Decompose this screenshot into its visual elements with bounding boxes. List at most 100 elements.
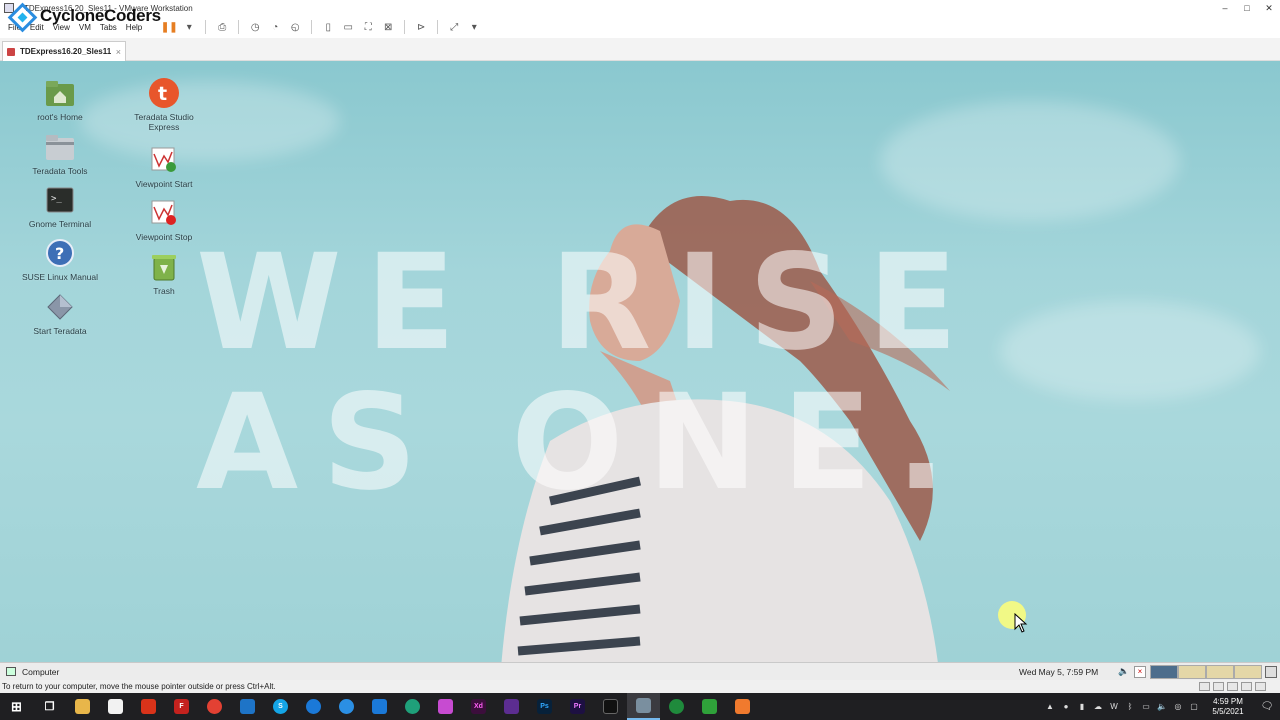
vmware-title-bar: TDExpress16.20_Sles11 - VMware Workstati… [0,0,1280,16]
xbox-icon [702,699,717,714]
vmware-icon [636,698,651,713]
minimize-button[interactable]: – [1214,0,1236,16]
icon-label: SUSE Linux Manual [21,272,99,282]
taskbar-app-purple[interactable] [429,693,462,720]
message-log-icon[interactable] [1255,682,1266,691]
pause-icon[interactable]: ❚❚ [161,19,178,35]
cyclonecoders-watermark: CycloneCoders [8,4,161,28]
toolbar-separator [311,20,313,34]
network-adapter-icon[interactable] [1227,682,1238,691]
taskbar-app-orange[interactable] [726,693,759,720]
show-desktop-button[interactable] [1265,665,1277,678]
desktop-icon-roots-home[interactable]: root's Home [21,77,99,122]
workspace-2[interactable] [1178,664,1206,679]
close-button[interactable]: ✕ [1258,0,1280,16]
taskbar-app-green[interactable] [660,693,693,720]
taskbar-store[interactable] [99,693,132,720]
workspace-4[interactable] [1234,664,1262,679]
office-icon [141,699,156,714]
guest-clock[interactable]: Wed May 5, 7:59 PM [1019,667,1098,677]
network-status-icon[interactable]: × [1134,665,1146,678]
full-screen-icon[interactable]: ⛶ [360,19,376,35]
tab-tdexpress[interactable]: TDExpress16.20_Sles11 × [2,41,126,61]
tab-label: TDExpress16.20_Sles11 [20,47,112,56]
tray-usb-icon[interactable]: ▮ [1074,693,1090,720]
windows-taskbar: ⊞ ❐ F S Xd Ps Pr ▲ ● ▮ ☁ W ᛒ ▭ 🔈 ◎ ▢ 4:5… [0,693,1280,720]
desktop-icon-start-teradata[interactable]: Start Teradata [21,291,99,336]
help-icon: ? [44,237,76,269]
volume-icon[interactable]: 🔈 [1118,666,1129,677]
tray-display-icon[interactable]: ▢ [1186,693,1202,720]
tray-battery-icon[interactable]: ▭ [1138,693,1154,720]
workspace-3[interactable] [1206,664,1234,679]
taskbar-adobe-xd[interactable]: Xd [462,693,495,720]
unity-icon[interactable]: ⊠ [380,19,396,35]
revert-snapshot-icon[interactable]: ◔ [267,19,283,35]
terminal-icon: >_ [44,184,76,216]
close-tab-icon[interactable]: × [116,47,121,57]
home-folder-icon [44,77,76,109]
photoshop-icon: Ps [537,699,552,714]
show-library-icon[interactable]: ▯ [320,19,336,35]
taskbar-filezilla[interactable]: F [165,693,198,720]
notification-center-icon[interactable]: 🗨 [1254,693,1280,720]
desktop-icon-viewpoint-stop[interactable]: Viewpoint Stop [125,197,203,242]
desktop-icon-trash[interactable]: Trash [125,251,203,296]
dropdown-arrow-icon[interactable]: ▾ [181,19,197,35]
desktop-icon-teradata-tools[interactable]: Teradata Tools [21,131,99,176]
taskbar-terminal[interactable] [594,693,627,720]
snapshot-manager-icon[interactable]: ◵ [287,19,303,35]
taskbar-visual-studio[interactable] [495,693,528,720]
workspace-1[interactable] [1150,664,1178,679]
tray-bluetooth-icon[interactable]: ᛒ [1122,693,1138,720]
workspace-switcher[interactable] [1150,664,1262,679]
teradata-t-icon: t [148,77,180,109]
cdrom-icon[interactable] [1213,682,1224,691]
icon-label: Teradata Studio Express [134,112,194,132]
taskbar-photoshop[interactable]: Ps [528,693,561,720]
desktop-icon-gnome-terminal[interactable]: >_ Gnome Terminal [21,184,99,229]
taskbar-chrome[interactable] [198,693,231,720]
taskbar-vscode[interactable] [231,693,264,720]
tray-nvidia-icon[interactable]: ▲ [1042,693,1058,720]
desktop-icon-suse-manual[interactable]: ? SUSE Linux Manual [21,237,99,282]
windows-start-button[interactable]: ⊞ [0,693,33,720]
taskbar-teamviewer[interactable] [297,693,330,720]
toolbar-separator [238,20,240,34]
taskbar-edge[interactable] [396,693,429,720]
snapshot-icon[interactable]: ◷ [247,19,263,35]
windows-start-icon: ⊞ [11,698,22,714]
usb-icon[interactable] [1241,682,1252,691]
guest-desktop[interactable]: WE RISE AS ONE. root's Home Teradata Too… [0,61,1280,662]
hdd-icon[interactable] [1199,682,1210,691]
taskbar-skype[interactable]: S [264,693,297,720]
taskbar-office[interactable] [132,693,165,720]
console-view-icon[interactable]: ⊳ [413,19,429,35]
taskbar-vmware[interactable] [627,693,660,720]
taskbar-premiere[interactable]: Pr [561,693,594,720]
desktop-icon-viewpoint-start[interactable]: Viewpoint Start [125,144,203,189]
desktop-icon-teradata-studio[interactable]: t Teradata Studio Express [125,77,203,132]
taskbar-file-explorer[interactable] [66,693,99,720]
send-ctrl-alt-del-icon[interactable]: ⎙ [214,19,230,35]
taskbar-xbox[interactable] [693,693,726,720]
task-view-button[interactable]: ❐ [33,693,66,720]
taskbar-clock[interactable]: 4:59 PM 5/5/2021 [1206,697,1250,717]
tray-cloud-icon[interactable]: ☁ [1090,693,1106,720]
taskbar-edge-legacy[interactable] [330,693,363,720]
computer-menu-button[interactable]: Computer [6,667,59,677]
thumbnail-bar-icon[interactable]: ▭ [340,19,356,35]
stretch-guest-icon[interactable]: ⤢ [446,19,462,35]
maximize-button[interactable]: □ [1236,0,1258,16]
taskbar-mail[interactable] [363,693,396,720]
clock-date: 5/5/2021 [1212,706,1244,716]
toolbar: ❚❚ ▾ ⎙ ◷ ◔ ◵ ▯ ▭ ⛶ ⊠ ⊳ ⤢ ▾ [159,19,484,35]
tray-word-icon[interactable]: W [1106,693,1122,720]
computer-icon [6,667,16,676]
tray-app-icon[interactable]: ● [1058,693,1074,720]
tray-network-icon[interactable]: ◎ [1170,693,1186,720]
vscode-icon [240,699,255,714]
dropdown-arrow-icon[interactable]: ▾ [466,19,482,35]
tray-volume-icon[interactable]: 🔈 [1154,693,1170,720]
vm-icon [7,47,15,56]
